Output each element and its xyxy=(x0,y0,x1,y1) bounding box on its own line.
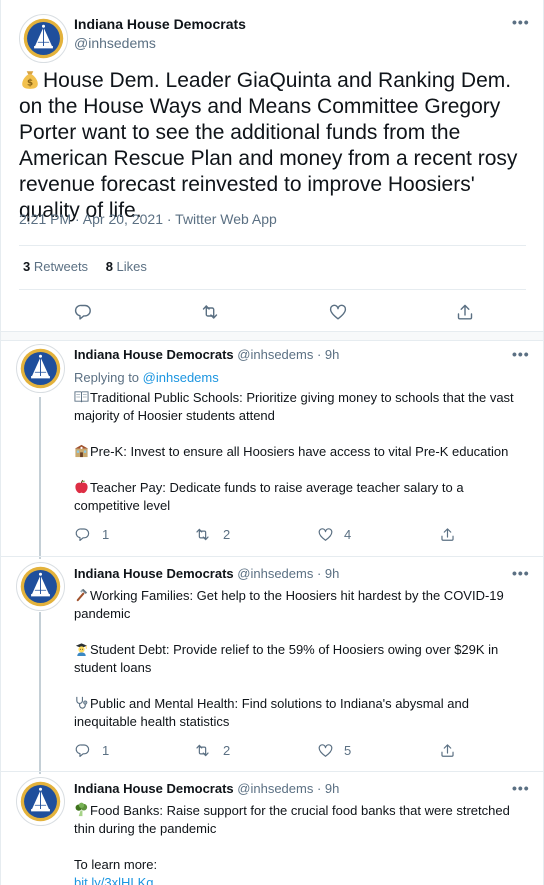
broccoli-emoji-icon xyxy=(75,802,88,817)
retweet-count: 2 xyxy=(223,527,231,542)
tweet-stats: 3 Retweets 8 Likes xyxy=(23,259,147,274)
replying-to: Replying to @inhsedems xyxy=(74,370,219,385)
more-options-icon[interactable]: ••• xyxy=(512,346,530,362)
author-handle[interactable]: @inhsedems xyxy=(237,347,313,362)
replying-handle-link[interactable]: @inhsedems xyxy=(143,370,219,385)
indiana-house-seal-icon xyxy=(17,563,64,610)
like-icon[interactable] xyxy=(328,302,348,322)
indiana-house-seal-icon xyxy=(17,345,64,392)
reply-actions: 1 2 5 xyxy=(1,742,543,760)
reply-header: Indiana House Democrats @inhsedems · 9h xyxy=(74,566,339,581)
reply-time[interactable]: · 9h xyxy=(317,347,339,362)
reply-count: 1 xyxy=(102,527,110,542)
tweet-thread: Indiana House Democrats @inhsedems ••• $… xyxy=(0,0,544,885)
like-count: 4 xyxy=(344,527,352,542)
likes-stat[interactable]: 8 Likes xyxy=(106,259,147,274)
retweet-icon[interactable] xyxy=(194,742,211,759)
divider xyxy=(1,771,543,772)
tweet-timestamp[interactable]: 2:21 PM · Apr 20, 2021 · Twitter Web App xyxy=(19,211,277,227)
reply-icon[interactable] xyxy=(74,526,91,543)
apple-emoji-icon xyxy=(75,479,88,494)
author-handle[interactable]: @inhsedems xyxy=(237,566,313,581)
retweet-icon[interactable] xyxy=(194,526,211,543)
tweet-actions xyxy=(1,302,543,322)
reply-time[interactable]: · 9h xyxy=(317,781,339,796)
retweets-stat[interactable]: 3 Retweets xyxy=(23,259,88,274)
svg-text:$: $ xyxy=(27,79,33,89)
avatar[interactable] xyxy=(16,344,65,393)
reply-header: Indiana House Democrats @inhsedems · 9h xyxy=(74,781,339,796)
more-options-icon[interactable]: ••• xyxy=(512,780,530,796)
avatar[interactable] xyxy=(16,562,65,611)
avatar[interactable] xyxy=(16,777,65,826)
indiana-house-seal-icon xyxy=(17,778,64,825)
author-name[interactable]: Indiana House Democrats xyxy=(74,781,234,796)
reply-icon[interactable] xyxy=(74,742,91,759)
more-options-icon[interactable]: ••• xyxy=(512,565,530,581)
more-options-icon[interactable]: ••• xyxy=(512,14,530,30)
reply-time[interactable]: · 9h xyxy=(317,566,339,581)
tweet-text: $ House Dem. Leader GiaQuinta and Rankin… xyxy=(19,69,518,222)
author-name[interactable]: Indiana House Democrats xyxy=(74,566,234,581)
book-emoji-icon xyxy=(74,391,89,403)
reply-text: Food Banks: Raise support for the crucia… xyxy=(74,802,526,885)
share-icon[interactable] xyxy=(439,742,456,759)
indiana-house-seal-icon xyxy=(20,15,67,62)
learn-more-text: To learn more: xyxy=(74,857,158,872)
reply-icon[interactable] xyxy=(73,302,93,322)
learn-more-link[interactable]: bit.ly/3xlHLKg xyxy=(74,875,153,885)
author-handle[interactable]: @inhsedems xyxy=(237,781,313,796)
school-emoji-icon xyxy=(74,444,89,458)
divider xyxy=(19,289,526,290)
author-name[interactable]: Indiana House Democrats xyxy=(74,347,234,362)
reply-header: Indiana House Democrats @inhsedems · 9h xyxy=(74,347,339,362)
author-handle[interactable]: @inhsedems xyxy=(74,35,156,51)
share-icon[interactable] xyxy=(439,526,456,543)
divider xyxy=(1,556,543,557)
share-icon[interactable] xyxy=(455,302,475,322)
like-icon[interactable] xyxy=(317,526,334,543)
retweet-icon[interactable] xyxy=(200,302,220,322)
divider xyxy=(19,245,526,246)
avatar[interactable] xyxy=(19,14,68,63)
like-count: 5 xyxy=(344,743,352,758)
like-icon[interactable] xyxy=(317,742,334,759)
author-name[interactable]: Indiana House Democrats xyxy=(74,16,246,32)
reply-actions: 1 2 4 xyxy=(1,526,543,544)
graduate-emoji-icon xyxy=(75,643,88,656)
retweet-count: 2 xyxy=(223,743,231,758)
section-separator xyxy=(1,331,543,341)
reply-count: 1 xyxy=(102,743,110,758)
stethoscope-emoji-icon xyxy=(76,696,88,709)
money-bag-emoji-icon: $ xyxy=(22,71,38,89)
reply-text: Traditional Public Schools: Prioritize g… xyxy=(74,390,514,513)
reply-text: Working Families: Get help to the Hoosie… xyxy=(74,588,504,729)
hammer-emoji-icon xyxy=(76,588,88,602)
